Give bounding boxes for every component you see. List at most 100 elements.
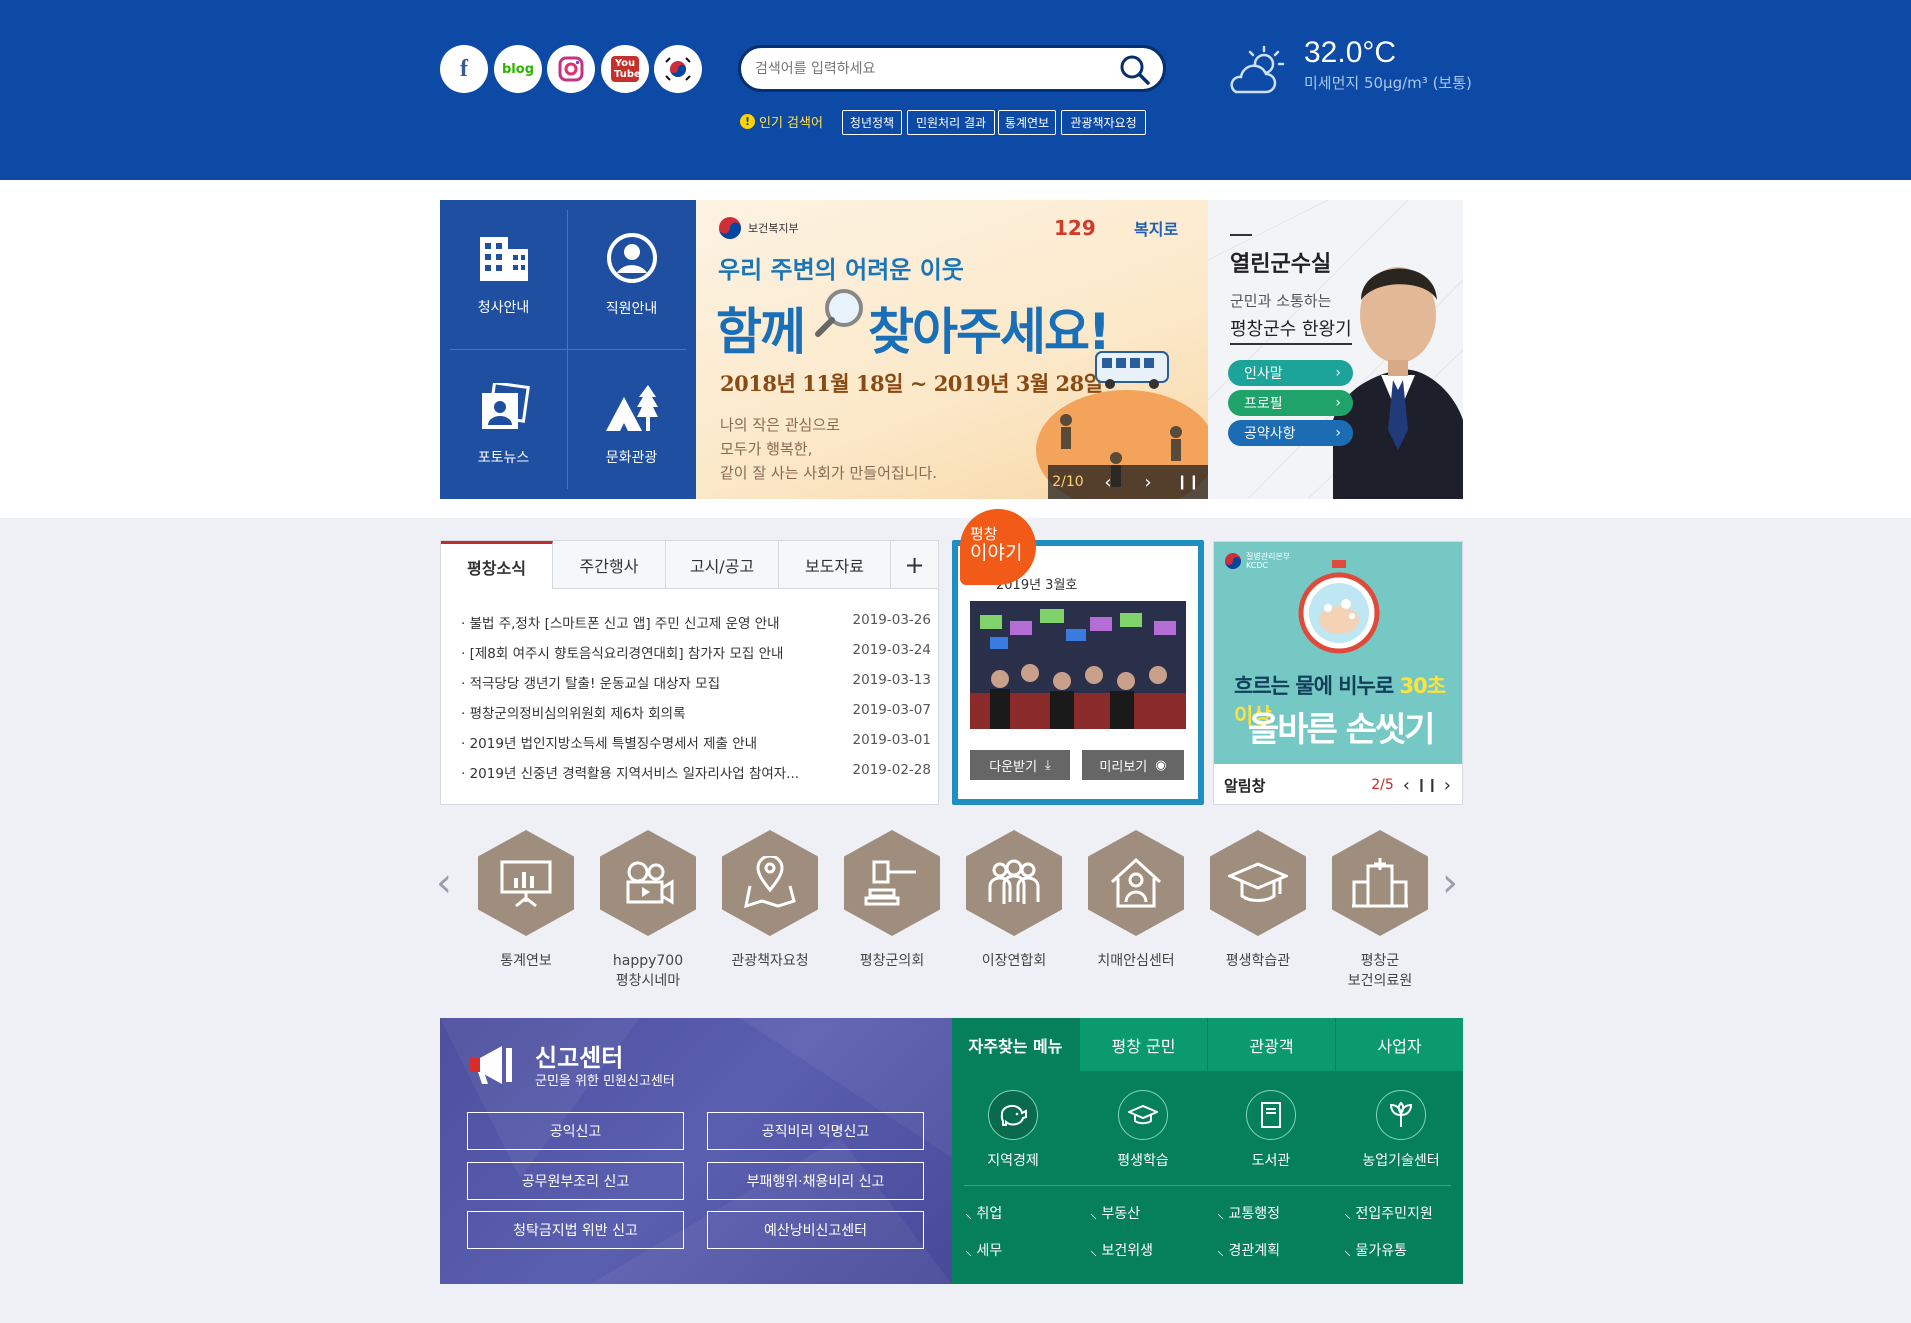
temperature: 32.0°C [1304,36,1397,69]
taegeuk-logo-icon [719,217,741,239]
building-icon [479,236,528,281]
fav-link[interactable]: ⸜ 취업 [965,1203,1002,1223]
list-item[interactable]: · 적극당당 갱년기 탈출! 운동교실 대상자 모집 2019-03-13 [461,672,931,696]
report-graft-act-button[interactable]: 청탁금지법 위반 신고 [467,1211,684,1249]
alarm-pause-button[interactable]: ❙❙ [1413,778,1441,793]
list-item[interactable]: · [제8회 여주시 향토음식요리경연대회] 참가자 모집 안내 2019-03-… [461,642,931,666]
mayor-greeting-button[interactable]: 인사말 › [1228,360,1353,386]
fav-item-lifelong-learning[interactable]: 평생학습 [1088,1090,1198,1170]
fav-link[interactable]: ⸜ 부동산 [1090,1203,1140,1223]
main-banner[interactable]: 보건복지부 129 복지로 우리 주변의 어려운 이웃 함께 찾아주세요! 20… [696,200,1208,499]
alarm-next-button[interactable]: › [1441,775,1454,796]
fav-link[interactable]: ⸜ 세무 [965,1240,1002,1260]
fav-item-local-economy[interactable]: 지역경제 [958,1090,1068,1170]
book-icon [1261,1102,1281,1128]
menu-item-dementia-center[interactable]: 치매안심센터 [1081,830,1191,972]
facebook-icon[interactable]: f [440,45,488,93]
quick-item-staff[interactable]: 직원안내 [568,200,695,349]
report-hiring-corruption-button[interactable]: 부패행위·채용비리 신고 [707,1162,924,1200]
fav-link[interactable]: ⸜ 경관계획 [1217,1240,1280,1260]
instagram-icon[interactable] [547,45,595,93]
report-public-interest-button[interactable]: 공익신고 [467,1112,684,1150]
menu-item-learning-center[interactable]: 평생학습관 [1203,830,1313,972]
menu-item-statistics[interactable]: 통계연보 [471,830,581,972]
report-anonymous-corruption-button[interactable]: 공직비리 익명신고 [707,1112,924,1150]
eye-icon: ◉ [1155,757,1167,773]
alarm-prev-button[interactable]: ‹ [1400,775,1413,796]
tab-weekly-events[interactable]: 주간행사 [553,541,666,589]
more-plus-icon[interactable]: + [891,541,938,589]
keyword-link[interactable]: 청년정책 [842,110,902,135]
tab-pyeongchang-news[interactable]: 평창소식 [441,541,553,589]
graduation-cap-icon [1128,1104,1158,1125]
blog-icon[interactable]: blog [494,45,542,93]
chevron-right-icon: › [1335,365,1341,381]
tab-notices[interactable]: 고시/공고 [666,541,779,589]
report-official-misconduct-button[interactable]: 공무원부조리 신고 [467,1162,684,1200]
list-item[interactable]: · 2019년 법인지방소득세 특별징수명세서 제출 안내 2019-03-01 [461,732,931,756]
menu-item-cinema[interactable]: happy700 평창시네마 [593,830,703,991]
search-input[interactable] [755,57,1115,81]
banner-prev-button[interactable]: ‹ [1088,472,1128,493]
fav-link[interactable]: ⸜ 보건위생 [1090,1240,1153,1260]
mayor-portrait [1333,267,1463,499]
fav-link[interactable]: ⸜ 교통행정 [1217,1203,1280,1223]
menu-item-village-chiefs[interactable]: 이장연합회 [959,830,1069,972]
fav-item-agri-tech-center[interactable]: 농업기술센터 [1346,1090,1456,1170]
quick-item-photo-news[interactable]: 포토뉴스 [440,350,567,499]
story-cover-image[interactable] [970,601,1186,729]
film-camera-icon [626,861,674,905]
stopwatch-hands-icon [1298,560,1380,654]
mayor-profile-button[interactable]: 프로필 › [1228,390,1353,416]
piggy-bank-icon [1000,1105,1027,1126]
banner-next-button[interactable]: › [1128,472,1168,493]
popular-keywords-label: ! 인기 검색어 [740,112,823,131]
list-item[interactable]: · 불법 주,정차 [스마트폰 신고 앱] 주민 신고제 운영 안내 2019-0… [461,612,931,636]
fav-item-library[interactable]: 도서관 [1216,1090,1326,1170]
menu-item-council[interactable]: 평창군의회 [837,830,947,972]
download-icon: ⤓ [1045,757,1051,773]
alarm-footer: 알림창 2/5 ‹ ❙❙ › [1214,764,1462,804]
fav-link[interactable]: ⸜ 전입주민지원 [1344,1203,1433,1223]
keyword-link[interactable]: 민원처리 결과 [907,110,995,135]
hospital-icon [1352,858,1408,908]
site-header: f blog You Tube ! 인기 검색어 청년정책 민원처리 결과 통계… [0,0,1911,180]
menu-item-health-center[interactable]: 평창군 보건의료원 [1325,830,1435,991]
fav-link[interactable]: ⸜ 물가유통 [1344,1240,1407,1260]
youtube-icon[interactable]: You Tube [601,45,649,93]
menu-next-arrow-icon[interactable]: › [1442,860,1458,906]
mayor-panel: 열린군수실 군민과 소통하는 평창군수 한왕기 인사말 › 프로필 › 공약사항 › [1208,200,1463,499]
quick-item-culture-tour[interactable]: 문화관광 [568,350,695,499]
download-button[interactable]: 다운받기 ⤓ [970,750,1070,780]
tab-tourists[interactable]: 관광객 [1208,1018,1336,1071]
story-badge: 평창 이야기 [960,509,1036,585]
search-icon [1120,55,1150,85]
megaphone-icon [470,1046,512,1084]
keyword-link[interactable]: 통계연보 [998,110,1056,135]
quick-item-building[interactable]: 청사안내 [440,200,567,349]
korea-flag-icon[interactable] [654,45,702,93]
sprout-icon [1389,1101,1413,1127]
report-budget-waste-button[interactable]: 예산낭비신고센터 [707,1211,924,1249]
magnifier-icon [815,289,863,337]
list-item[interactable]: · 평창군의정비심의위원회 제6차 회의록 2019-03-07 [461,702,931,726]
tab-business[interactable]: 사업자 [1336,1018,1463,1071]
tab-residents[interactable]: 평창 군민 [1080,1018,1208,1071]
menu-prev-arrow-icon[interactable]: ‹ [436,860,452,906]
list-item[interactable]: · 2019년 신중년 경력활용 지역서비스 일자리사업 참여자... 2019-… [461,762,931,786]
taegeuk-logo-icon [1225,553,1241,569]
search-button[interactable] [1119,54,1151,86]
taegeuk-icon [665,57,691,81]
chevron-right-icon: › [1335,395,1341,411]
weather-cloud-sun-icon [1230,45,1285,94]
banner-pause-button[interactable]: ❙❙ [1168,474,1208,490]
quick-menu: 청사안내 직원안내 포토뉴스 문화관광 [440,200,696,499]
keyword-link[interactable]: 관광책자요청 [1061,110,1146,135]
tab-frequent-menu[interactable]: 자주찾는 메뉴 [952,1018,1080,1071]
mountain-tree-icon [605,384,658,431]
menu-item-tour-book[interactable]: 관광책자요청 [715,830,825,972]
tab-press-release[interactable]: 보도자료 [779,541,891,589]
preview-button[interactable]: 미리보기 ◉ [1082,750,1184,780]
mayor-pledge-button[interactable]: 공약사항 › [1228,420,1353,446]
ministry-logo: 보건복지부 [718,216,799,240]
